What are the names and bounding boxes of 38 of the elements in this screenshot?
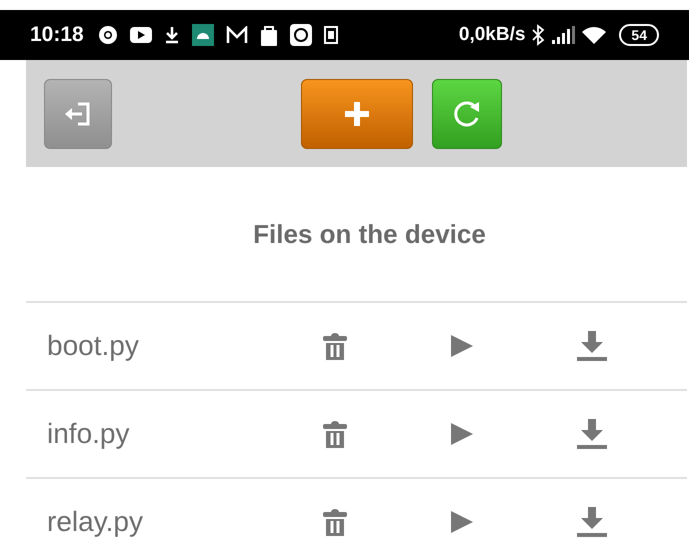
bluetooth-icon bbox=[531, 24, 546, 46]
battery-indicator: 54 bbox=[619, 24, 659, 46]
video-play-icon bbox=[130, 27, 152, 43]
page-title: Files on the device bbox=[253, 218, 486, 250]
exit-button[interactable] bbox=[44, 78, 112, 148]
exit-icon bbox=[64, 100, 92, 126]
run-button[interactable] bbox=[451, 335, 473, 357]
play-icon bbox=[451, 423, 473, 445]
run-button[interactable] bbox=[451, 511, 473, 533]
file-name: boot.py bbox=[46, 329, 140, 363]
status-time: 10:18 bbox=[30, 22, 84, 48]
download-button[interactable] bbox=[577, 419, 607, 449]
download-icon bbox=[577, 507, 607, 537]
network-speed: 0,0kB/s bbox=[458, 22, 526, 47]
wifi-icon bbox=[581, 25, 608, 45]
file-name: info.py bbox=[46, 417, 130, 451]
delete-button[interactable] bbox=[322, 420, 348, 448]
trash-icon bbox=[323, 420, 347, 448]
download-button[interactable] bbox=[577, 507, 607, 537]
trash-icon bbox=[323, 332, 347, 360]
signal-icon bbox=[551, 26, 576, 44]
download-button[interactable] bbox=[577, 331, 607, 361]
delete-button[interactable] bbox=[322, 508, 348, 536]
download-icon bbox=[577, 331, 607, 361]
download-icon bbox=[164, 26, 180, 44]
sim-card-icon bbox=[324, 26, 338, 44]
add-button[interactable] bbox=[301, 78, 413, 148]
trash-icon bbox=[323, 508, 347, 536]
plus-icon bbox=[343, 100, 371, 128]
shopping-bag-icon bbox=[260, 24, 278, 46]
delete-button[interactable] bbox=[322, 332, 348, 360]
run-button[interactable] bbox=[451, 423, 473, 445]
download-icon bbox=[577, 419, 607, 449]
mail-icon bbox=[226, 26, 248, 44]
refresh-button[interactable] bbox=[432, 78, 502, 148]
file-name: relay.py bbox=[46, 505, 144, 538]
play-icon bbox=[451, 511, 473, 533]
play-icon bbox=[451, 335, 473, 357]
